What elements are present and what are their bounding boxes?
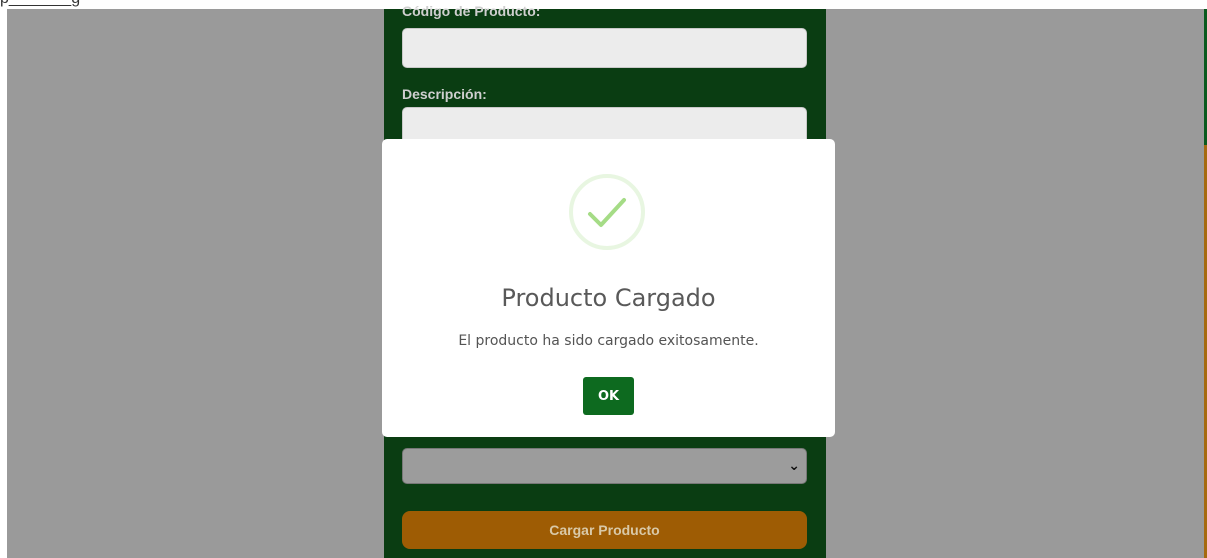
check-mark-graphic xyxy=(588,198,626,227)
category-select[interactable]: ⌄ xyxy=(402,448,807,484)
success-dialog: Producto Cargado El producto ha sido car… xyxy=(382,139,835,437)
cargar-producto-button[interactable]: Cargar Producto xyxy=(402,511,807,549)
product-code-label: Código de Producto: xyxy=(402,3,541,19)
dialog-message: El producto ha sido cargado exitosamente… xyxy=(458,333,759,349)
description-label: Descripción: xyxy=(402,86,487,102)
product-code-input[interactable] xyxy=(402,28,807,68)
chevron-down-icon: ⌄ xyxy=(788,457,800,473)
page: p_______g Código de Producto: Descripció… xyxy=(0,0,1207,558)
dialog-title: Producto Cargado xyxy=(501,284,716,312)
page-header-fragment: p_______g xyxy=(0,0,80,8)
ok-button[interactable]: OK xyxy=(583,377,634,415)
check-icon xyxy=(569,174,645,250)
